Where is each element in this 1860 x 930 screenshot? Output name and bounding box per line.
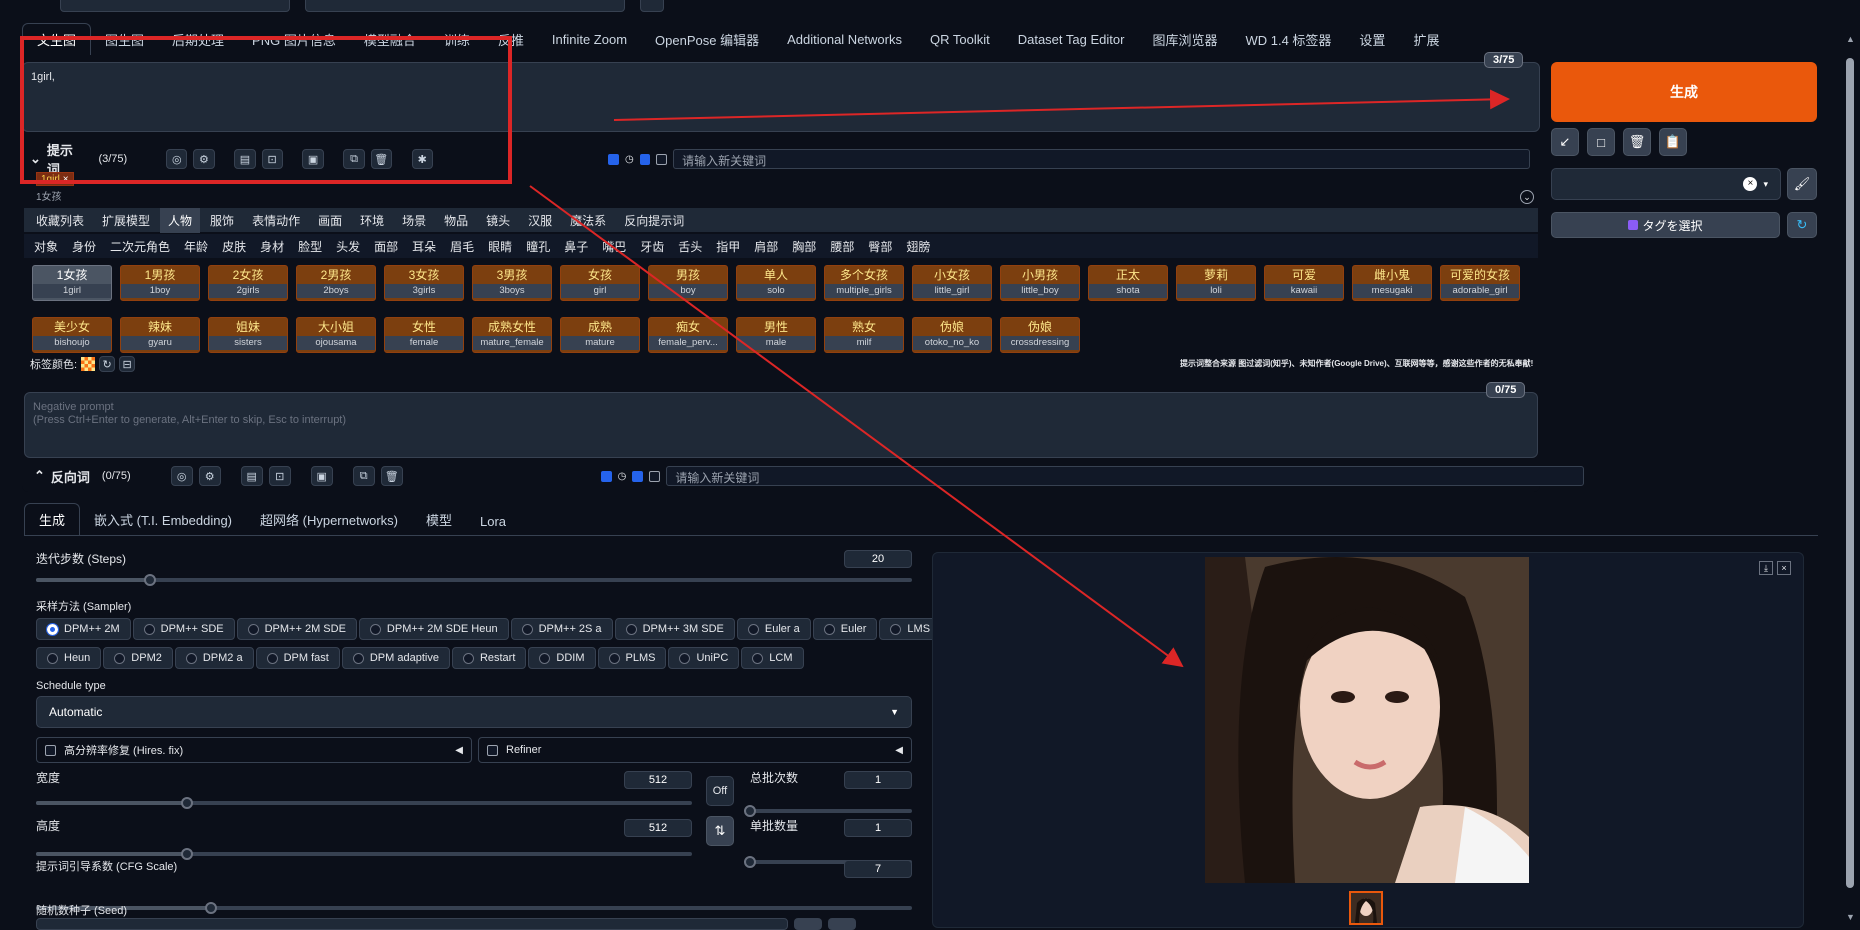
- arrow-to-image: [529, 185, 1184, 668]
- arrow-to-generate: [613, 89, 1510, 121]
- annotation-arrows: [529, 89, 1510, 668]
